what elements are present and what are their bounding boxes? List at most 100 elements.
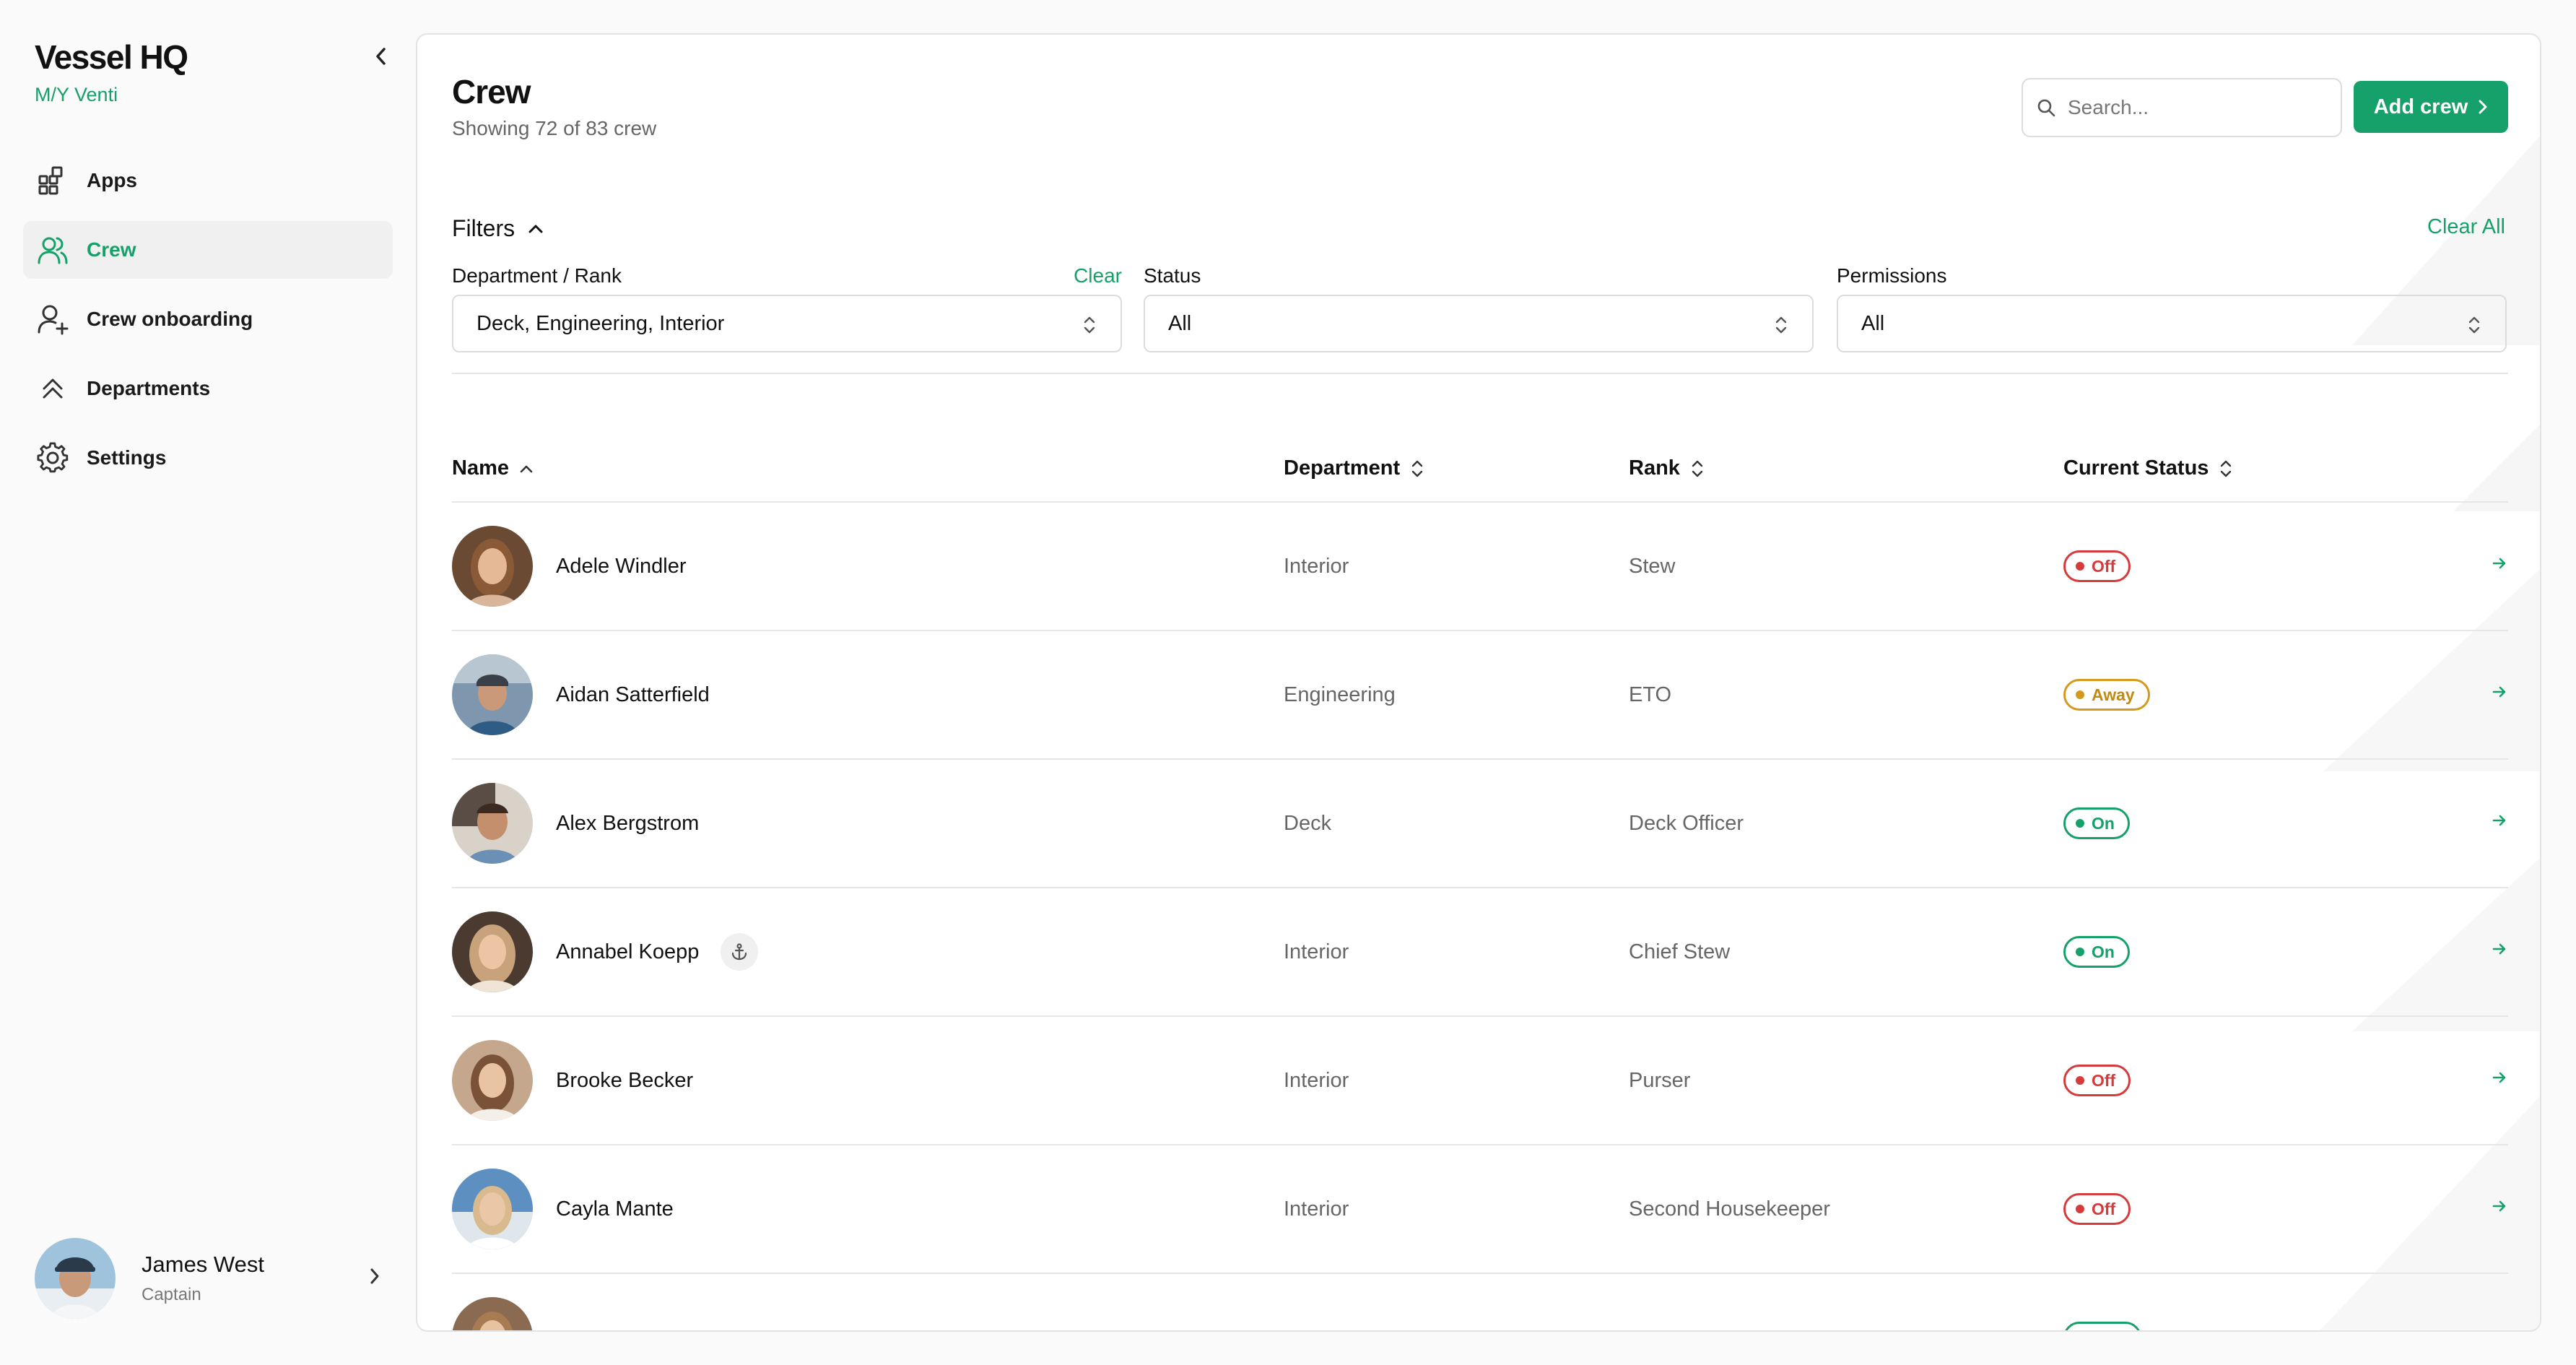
anchor-icon [721,933,758,971]
crew-rank: Deck Officer [1629,812,1744,835]
column-label: Current Status [2063,456,2209,480]
status-label: Off [2092,1199,2116,1218]
chevron-left-icon [376,48,386,65]
arrow-right-icon[interactable] [2491,812,2508,833]
arrow-right-icon[interactable] [2491,555,2508,576]
status-badge: Off [2063,1065,2131,1096]
column-label: Name [452,456,509,480]
crew-panel: Crew Showing 72 of 83 crew Add crew Filt… [416,33,2541,1332]
chevrons-up-icon [36,372,69,405]
current-user-menu[interactable]: James West Captain [35,1236,388,1320]
sidebar-item-label: Departments [87,377,211,399]
crew-department: Interior [1284,555,1349,578]
avatar [452,783,533,864]
avatar [452,911,533,992]
avatar [452,654,533,735]
sidebar: Vessel HQ M/Y Venti Apps Crew Crew onboa… [0,0,416,1365]
column-header-rank[interactable]: Rank [1629,456,1705,480]
search-box [2022,78,2342,137]
table-row[interactable]: Annabel Koepp Interior Chief Stew On [452,888,2508,1017]
arrow-right-icon[interactable] [2491,683,2508,704]
updown-chevron-icon [1775,316,1787,334]
add-crew-label: Add crew [2373,95,2468,118]
avatar [452,526,533,607]
status-select[interactable]: All [1144,295,1814,352]
table-row[interactable]: Alex Bergstrom Deck Deck Officer On [452,760,2508,888]
divider [452,373,2508,374]
collapse-sidebar-button[interactable] [370,45,393,68]
sort-ascending-icon [519,464,534,474]
clear-department-filter-link[interactable]: Clear [1074,264,1122,287]
sort-icon [1410,457,1424,480]
search-input[interactable] [2068,96,2328,119]
sidebar-item-apps[interactable]: Apps [23,152,393,209]
arrow-right-icon[interactable] [2491,1069,2508,1090]
sidebar-item-departments[interactable]: Departments [23,360,393,417]
crew-rank: Stew [1629,555,1676,578]
table-row[interactable] [452,1274,2508,1330]
status-label: On [2092,942,2115,961]
permissions-filter: Permissions All [1837,264,2507,352]
column-header-name[interactable]: Name [452,456,534,480]
users-icon [36,233,69,266]
column-header-department[interactable]: Department [1284,456,1424,480]
sidebar-item-crew[interactable]: Crew [23,221,393,279]
page-title: Crew [452,73,531,110]
status-badge: On [2063,936,2130,968]
sidebar-item-settings[interactable]: Settings [23,429,393,487]
user-plus-icon [36,303,69,336]
status-badge [2063,1322,2141,1330]
crew-department: Deck [1284,812,1332,835]
crew-name: Adele Windler [556,555,687,578]
crew-department: Interior [1284,940,1349,963]
table-row[interactable]: Adele Windler Interior Stew Off [452,503,2508,631]
add-crew-button[interactable]: Add crew [2354,81,2508,133]
crew-name: Aidan Satterfield [556,683,710,706]
avatar [35,1238,116,1319]
department-rank-select[interactable]: Deck, Engineering, Interior [452,295,1122,352]
filter-label: Department / Rank [452,264,622,287]
crew-count: Showing 72 of 83 crew [452,117,657,139]
table-row[interactable]: Cayla Mante Interior Second Housekeeper … [452,1145,2508,1274]
status-label: Off [2092,556,2116,576]
search-icon [2037,99,2055,117]
sidebar-item-label: Crew onboarding [87,308,253,330]
table-row[interactable]: Aidan Satterfield Engineering ETO Away [452,631,2508,760]
table-row[interactable]: Brooke Becker Interior Purser Off [452,1017,2508,1145]
avatar [452,1169,533,1249]
crew-name: Brooke Becker [556,1069,694,1092]
filters-toggle[interactable]: Filters [452,215,544,242]
permissions-select[interactable]: All [1837,295,2507,352]
sort-icon [2219,457,2233,480]
updown-chevron-icon [1084,316,1095,334]
chevron-up-icon [528,224,544,234]
arrow-right-icon[interactable] [2491,1197,2508,1218]
select-value: All [1861,311,1885,335]
crew-department: Interior [1284,1197,1349,1221]
filter-label: Status [1144,264,1201,287]
vessel-name: M/Y Venti [35,84,118,105]
crew-name: Cayla Mante [556,1197,674,1221]
crew-table-body: Adele Windler Interior Stew Off Aidan Sa… [452,503,2508,1330]
status-badge: Off [2063,550,2131,582]
chevron-right-icon [2479,100,2487,114]
crew-rank: Purser [1629,1069,1691,1092]
user-name: James West [142,1252,264,1277]
filters-title: Filters [452,215,515,241]
chevron-right-icon [368,1267,381,1289]
department-rank-filter: Department / Rank Clear Deck, Engineerin… [452,264,1122,352]
sidebar-item-label: Crew [87,238,136,261]
crew-rank: Chief Stew [1629,940,1731,963]
user-role: Captain [142,1285,201,1304]
avatar [452,1040,533,1121]
status-badge: On [2063,807,2130,839]
sidebar-item-crew-onboarding[interactable]: Crew onboarding [23,290,393,348]
sidebar-item-label: Apps [87,169,137,191]
column-header-status[interactable]: Current Status [2063,456,2233,480]
crew-name: Annabel Koepp [556,940,700,963]
sidebar-item-label: Settings [87,446,167,469]
arrow-right-icon[interactable] [2491,940,2508,961]
crew-name: Alex Bergstrom [556,812,700,835]
status-label: Away [2092,685,2135,704]
clear-all-filters-link[interactable]: Clear All [2427,215,2505,239]
